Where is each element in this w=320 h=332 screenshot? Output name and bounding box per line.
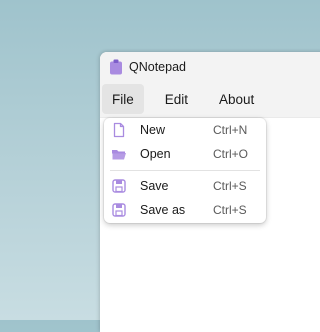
menu-bar: File Edit About (100, 81, 320, 118)
file-menu-new-label: New (140, 123, 166, 137)
file-menu-save-as[interactable]: Save as Ctrl+S (104, 198, 266, 222)
file-menu-save-shortcut: Ctrl+S (213, 179, 247, 193)
menu-separator (110, 170, 260, 171)
file-menu-save-as-shortcut: Ctrl+S (213, 203, 247, 217)
new-file-icon (113, 122, 125, 138)
open-folder-icon (112, 150, 126, 160)
file-menu-save-label: Save (140, 179, 169, 193)
file-menu-save[interactable]: Save Ctrl+S (104, 174, 266, 198)
file-menu-dropdown: New Ctrl+N Open Ctrl+O Save Ctrl+S Save … (104, 118, 266, 223)
title-bar[interactable]: QNotepad (100, 52, 320, 81)
window-title: QNotepad (129, 59, 186, 74)
menu-about[interactable]: About (209, 84, 264, 114)
file-menu-open-label: Open (140, 147, 171, 161)
file-menu-new-shortcut: Ctrl+N (213, 123, 248, 137)
menu-file[interactable]: File (102, 84, 144, 114)
notepad-app-icon (110, 59, 122, 74)
file-menu-open[interactable]: Open Ctrl+O (104, 142, 266, 166)
save-icon (112, 179, 126, 193)
menu-edit[interactable]: Edit (155, 84, 198, 114)
file-menu-save-as-label: Save as (140, 203, 186, 217)
save-as-icon (112, 203, 126, 217)
file-menu-open-shortcut: Ctrl+O (213, 147, 249, 161)
file-menu-new[interactable]: New Ctrl+N (104, 118, 266, 142)
